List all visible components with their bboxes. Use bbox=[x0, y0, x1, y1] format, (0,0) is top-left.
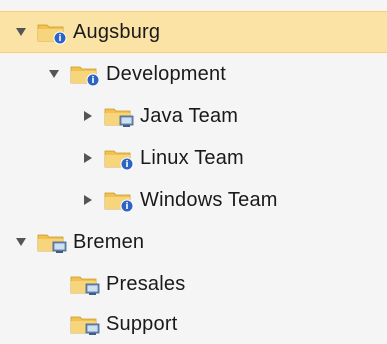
tree-node-label: Bremen bbox=[73, 230, 145, 253]
folder-info-icon bbox=[35, 19, 69, 45]
tree-node-label: Support bbox=[106, 312, 178, 335]
tree-node-label: Presales bbox=[106, 272, 186, 295]
tree-node-label: Linux Team bbox=[140, 146, 244, 169]
collapsed-toggle-icon[interactable] bbox=[80, 192, 96, 208]
tree-node-development[interactable]: Development bbox=[0, 53, 387, 95]
tree-node-label: Windows Team bbox=[140, 188, 278, 211]
folder-tree: Augsburg Development Java Team Linux Tea… bbox=[0, 0, 387, 344]
tree-node-linux-team[interactable]: Linux Team bbox=[0, 137, 387, 179]
tree-node-label: Java Team bbox=[140, 104, 239, 127]
folder-computer-icon bbox=[102, 103, 136, 129]
tree-node-presales[interactable]: Presales bbox=[0, 263, 387, 305]
folder-info-icon bbox=[102, 187, 136, 213]
tree-node-support[interactable]: Support bbox=[0, 303, 387, 344]
folder-computer-icon bbox=[35, 229, 69, 255]
expand-toggle-icon[interactable] bbox=[46, 66, 62, 82]
expand-toggle-icon[interactable] bbox=[13, 24, 29, 40]
collapsed-toggle-icon[interactable] bbox=[80, 108, 96, 124]
folder-computer-icon bbox=[68, 271, 102, 297]
folder-info-icon bbox=[68, 61, 102, 87]
tree-node-bremen[interactable]: Bremen bbox=[0, 221, 387, 263]
tree-node-java-team[interactable]: Java Team bbox=[0, 95, 387, 137]
tree-node-windows-team[interactable]: Windows Team bbox=[0, 179, 387, 221]
tree-node-augsburg[interactable]: Augsburg bbox=[0, 11, 387, 53]
tree-node-label: Augsburg bbox=[73, 20, 161, 43]
expand-toggle-icon[interactable] bbox=[13, 234, 29, 250]
folder-info-icon bbox=[102, 145, 136, 171]
tree-node-label: Development bbox=[106, 62, 227, 85]
collapsed-toggle-icon[interactable] bbox=[80, 150, 96, 166]
folder-computer-icon bbox=[68, 311, 102, 337]
